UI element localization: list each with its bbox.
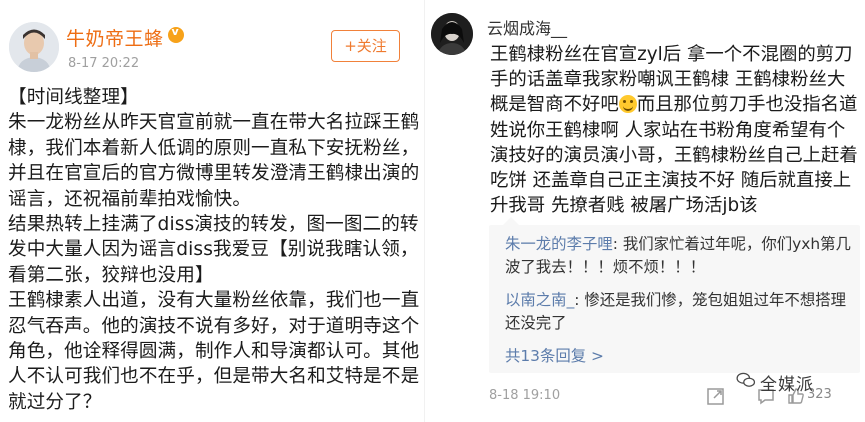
avatar[interactable] — [431, 13, 473, 55]
post-body: 王鹤棣粉丝在官宣zyl后 拿一个不混圈的剪刀手的话盖章我家粉嘲讽王鹤棣 王鹤棣粉… — [490, 42, 862, 218]
user-avatar-image — [9, 22, 59, 72]
more-replies-link[interactable]: 共13条回复 > — [505, 344, 604, 366]
comment-item: 朱一龙的李子哩: 我们家忙着过年呢，你们yxh第几波了我去！！！烦不烦！！！ — [505, 235, 851, 276]
comment-preview-box: 朱一龙的李子哩: 我们家忙着过年呢，你们yxh第几波了我去！！！烦不烦！！！ 以… — [489, 217, 860, 373]
share-icon[interactable] — [706, 386, 726, 406]
left-post: 牛奶帝王蜂 8-17 20:22 +关注 【时间线整理】 朱一龙粉丝从昨天官宣前… — [0, 0, 424, 422]
post-body: 【时间线整理】 朱一龙粉丝从昨天官宣前就一直在带大名拉踩王鹤棣，我们本着新人低调… — [8, 87, 420, 413]
comment-user[interactable]: 朱一龙的李子哩 — [505, 235, 613, 253]
right-post: 云烟成海__ 王鹤棣粉丝在官宣zyl后 拿一个不混圈的剪刀手的话盖章我家粉嘲讽王… — [425, 0, 865, 422]
post-timestamp: 8-17 20:22 — [68, 56, 140, 71]
post-timestamp: 8-18 19:10 — [489, 388, 561, 403]
username[interactable]: 云烟成海__ — [487, 15, 567, 39]
user-avatar-image — [431, 13, 473, 55]
avatar[interactable] — [9, 22, 59, 72]
smile-emoji-icon — [618, 95, 637, 114]
username-text[interactable]: 牛奶帝王蜂 — [66, 28, 164, 50]
verified-badge-icon — [167, 25, 184, 43]
wechat-icon — [736, 372, 756, 387]
comment-user[interactable]: 以南之南_ — [505, 291, 574, 309]
username[interactable]: 牛奶帝王蜂 — [66, 24, 184, 51]
watermark-text: 全媒派 — [760, 375, 814, 395]
follow-button[interactable]: +关注 — [331, 30, 400, 62]
comment-item: 以南之南_: 惨还是我们惨，笼包姐姐过年不想搭理还没完了 — [505, 291, 846, 332]
